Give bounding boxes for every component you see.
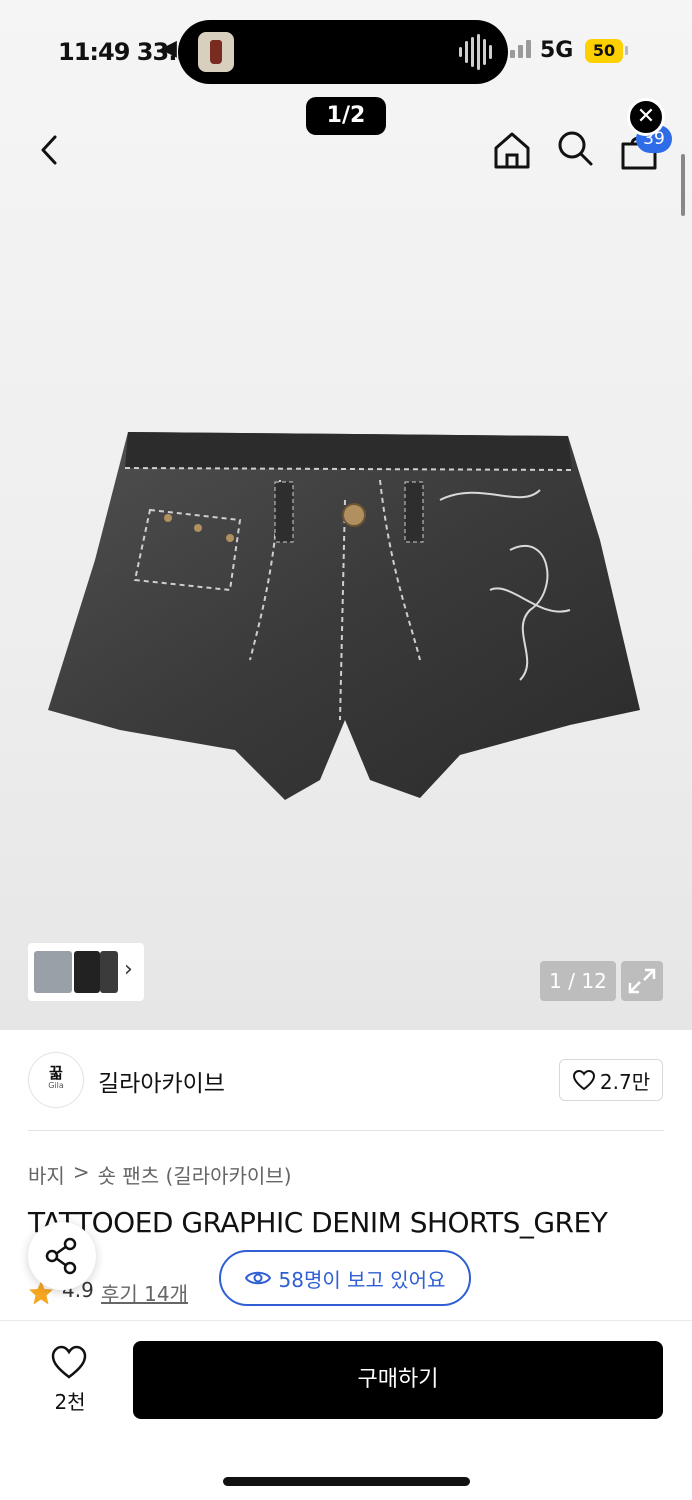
signal-icon <box>510 40 531 58</box>
thumbnail-dark[interactable] <box>100 951 118 993</box>
page-indicator: 1/2 <box>306 97 386 135</box>
share-button[interactable] <box>28 1222 96 1290</box>
breadcrumb: 바지 > 숏 팬츠 (길라아카이브) <box>28 1160 292 1189</box>
brand-like-count: 2.7만 <box>599 1069 651 1094</box>
location-arrow-icon: ◀ <box>160 36 177 61</box>
buy-button[interactable]: 구매하기 <box>133 1341 663 1419</box>
divider <box>28 1130 664 1131</box>
brand-logo-mark: 꿃 <box>49 1064 63 1082</box>
viewers-text: 58명이 보고 있어요 <box>278 1267 446 1292</box>
viewers-badge[interactable]: 58명이 보고 있어요 <box>219 1250 471 1306</box>
battery-tip <box>625 46 628 55</box>
brand-name[interactable]: 길라아카이브 <box>98 1064 225 1098</box>
expand-icon[interactable] <box>621 961 663 1001</box>
thumbnail-black[interactable] <box>74 951 100 993</box>
battery-indicator: 50 <box>585 39 623 63</box>
close-icon[interactable]: ✕ <box>627 98 665 136</box>
audio-wave-icon <box>459 34 492 70</box>
image-counter: 1 / 12 <box>540 961 616 1001</box>
breadcrumb-category[interactable]: 바지 <box>28 1160 65 1189</box>
wishlist-heart-icon[interactable] <box>50 1344 88 1380</box>
heart-icon <box>572 1069 595 1091</box>
home-indicator[interactable] <box>223 1477 470 1486</box>
product-image <box>48 432 640 800</box>
share-icon <box>45 1237 77 1275</box>
eye-icon <box>244 1271 271 1285</box>
breadcrumb-separator: > <box>72 1160 90 1184</box>
brand-logo[interactable]: 꿃 Gila <box>28 1052 84 1108</box>
back-icon[interactable] <box>30 130 70 170</box>
dynamic-island[interactable] <box>178 20 508 84</box>
network-type: 5G <box>540 38 574 63</box>
search-icon[interactable] <box>555 128 595 168</box>
brand-like-button[interactable]: 2.7만 <box>559 1059 663 1101</box>
scrollbar[interactable] <box>681 154 685 216</box>
brand-logo-sub: Gila <box>48 1081 64 1090</box>
product-title: TATTOOED GRAPHIC DENIM SHORTS_GREY <box>28 1206 608 1239</box>
bottom-bar-divider <box>0 1320 692 1321</box>
thumbnail-grey[interactable] <box>34 951 72 993</box>
thumbnail-strip[interactable]: › <box>28 943 144 1001</box>
chevron-right-icon[interactable]: › <box>124 957 133 982</box>
breadcrumb-subcategory[interactable]: 숏 팬츠 (길라아카이브) <box>98 1160 292 1189</box>
wishlist-count: 2천 <box>54 1390 86 1414</box>
now-playing-artwork <box>198 32 234 72</box>
reviews-link[interactable]: 후기 14개 <box>101 1278 188 1307</box>
home-icon[interactable] <box>490 128 534 172</box>
